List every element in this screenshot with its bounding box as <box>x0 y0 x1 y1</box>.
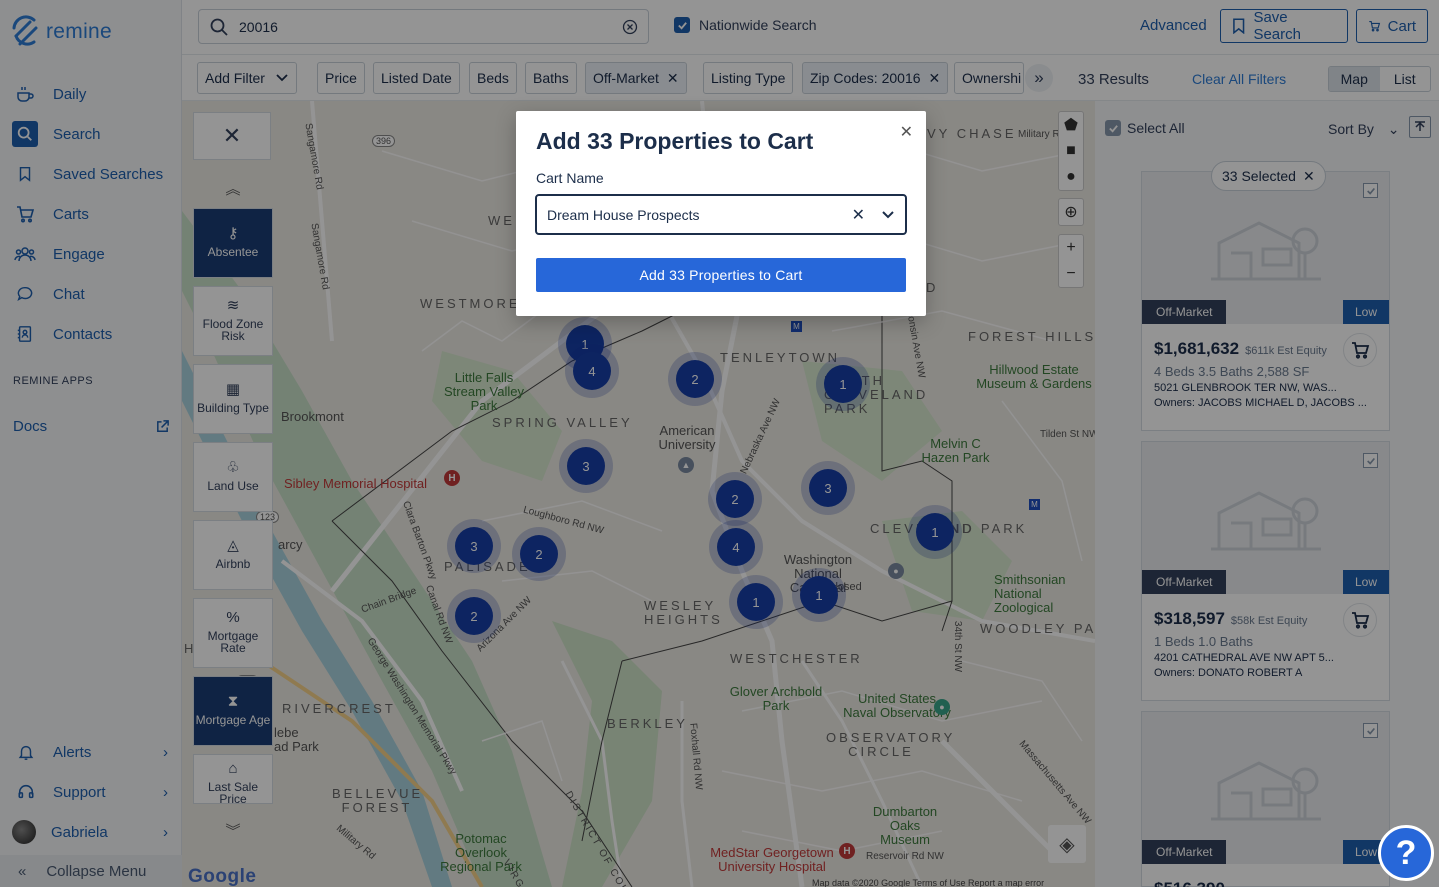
cart-name-select[interactable]: Dream House Prospects ✕ <box>535 194 907 235</box>
dialog-title: Add 33 Properties to Cart <box>536 128 814 154</box>
cart-name-label: Cart Name <box>536 170 604 186</box>
add-properties-to-cart-button[interactable]: Add 33 Properties to Cart <box>536 258 906 292</box>
cart-name-value: Dream House Prospects <box>547 206 700 223</box>
app: remine Daily Search Saved Searches Carts… <box>0 0 1439 887</box>
close-icon[interactable]: ✕ <box>900 122 913 142</box>
help-button[interactable]: ? <box>1378 825 1434 881</box>
add-to-cart-dialog: Add 33 Properties to Cart ✕ Cart Name Dr… <box>516 111 926 316</box>
chevron-down-icon[interactable] <box>881 210 895 220</box>
clear-icon[interactable]: ✕ <box>852 205 865 225</box>
